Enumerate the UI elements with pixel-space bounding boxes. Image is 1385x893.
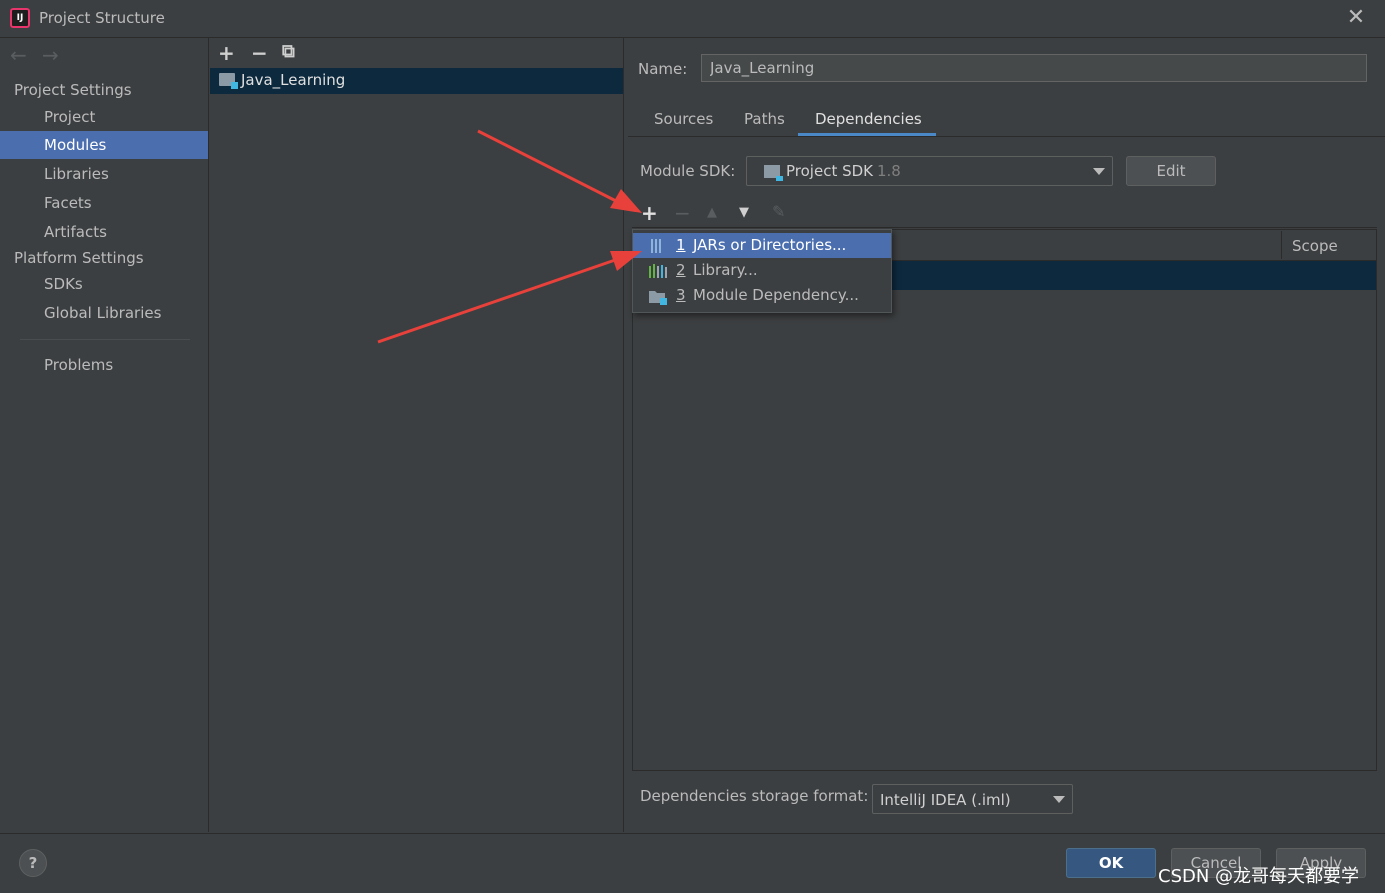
menu-item-number: 3 bbox=[676, 286, 686, 304]
sidebar-item-artifacts[interactable]: Artifacts bbox=[0, 218, 208, 246]
storage-format-label: Dependencies storage format: bbox=[640, 787, 869, 805]
menu-item-number: 1 bbox=[676, 236, 686, 254]
sidebar-item-problems[interactable]: Problems bbox=[0, 351, 208, 379]
column-separator bbox=[1281, 231, 1282, 259]
menu-item-label: Library... bbox=[693, 261, 758, 279]
menu-item-module-dependency[interactable]: 3 Module Dependency... bbox=[633, 283, 891, 308]
remove-module-button[interactable]: − bbox=[251, 41, 268, 65]
add-dependency-button[interactable]: + bbox=[641, 201, 658, 225]
tabs-divider bbox=[628, 136, 1385, 137]
jar-icon bbox=[651, 239, 661, 253]
storage-format-value: IntelliJ IDEA (.iml) bbox=[880, 791, 1011, 809]
sdk-value: Project SDK bbox=[786, 162, 873, 180]
sidebar-item-project[interactable]: Project bbox=[0, 103, 208, 131]
copy-module-button[interactable]: ⧉ bbox=[282, 41, 295, 62]
add-module-button[interactable]: + bbox=[218, 41, 235, 65]
module-list-panel bbox=[209, 38, 624, 832]
forward-arrow-icon[interactable]: → bbox=[42, 43, 59, 67]
remove-dependency-button[interactable]: − bbox=[674, 201, 691, 225]
back-arrow-icon[interactable]: ← bbox=[10, 43, 27, 67]
module-sdk-label: Module SDK: bbox=[640, 162, 736, 180]
scope-column-header[interactable]: Scope bbox=[1292, 237, 1338, 255]
project-settings-header: Project Settings bbox=[14, 81, 132, 99]
module-icon bbox=[649, 291, 667, 305]
window-title: Project Structure bbox=[39, 9, 165, 27]
move-down-icon[interactable]: ▼ bbox=[739, 205, 749, 220]
sidebar-divider bbox=[20, 339, 190, 340]
sidebar-item-global-libraries[interactable]: Global Libraries bbox=[0, 299, 208, 327]
sidebar-item-libraries[interactable]: Libraries bbox=[0, 160, 208, 188]
tab-dependencies[interactable]: Dependencies bbox=[815, 110, 922, 128]
close-icon[interactable]: ✕ bbox=[1343, 4, 1369, 32]
name-label: Name: bbox=[638, 60, 688, 78]
csdn-watermark: CSDN @龙哥每天都要学 bbox=[1158, 866, 1360, 887]
module-name-field[interactable] bbox=[701, 54, 1367, 82]
menu-item-label: Module Dependency... bbox=[693, 286, 859, 304]
menu-item-label: JARs or Directories... bbox=[693, 236, 847, 254]
edit-pencil-icon[interactable]: ✎ bbox=[772, 202, 785, 221]
sidebar-item-facets[interactable]: Facets bbox=[0, 189, 208, 217]
module-folder-icon bbox=[219, 73, 238, 89]
chevron-down-icon[interactable] bbox=[1093, 168, 1105, 175]
menu-item-number: 2 bbox=[676, 261, 686, 279]
title-bar bbox=[0, 0, 1385, 38]
tab-sources[interactable]: Sources bbox=[654, 110, 713, 128]
sdk-version: 1.8 bbox=[877, 162, 901, 180]
intellij-app-icon: IJ bbox=[10, 8, 30, 28]
sidebar-item-sdks[interactable]: SDKs bbox=[0, 270, 208, 298]
help-button[interactable]: ? bbox=[19, 849, 47, 877]
edit-sdk-button[interactable]: Edit bbox=[1126, 156, 1216, 186]
module-name[interactable]: Java_Learning bbox=[241, 71, 345, 89]
menu-item-jars-or-directories[interactable]: 1 JARs or Directories... bbox=[633, 233, 891, 258]
chevron-down-icon[interactable] bbox=[1053, 796, 1065, 803]
sdk-folder-icon bbox=[764, 165, 783, 181]
ok-button[interactable]: OK bbox=[1066, 848, 1156, 878]
sidebar-item-modules[interactable]: Modules bbox=[0, 131, 208, 159]
move-up-icon[interactable]: ▲ bbox=[707, 205, 717, 220]
tab-paths[interactable]: Paths bbox=[744, 110, 785, 128]
menu-item-library[interactable]: 2 Library... bbox=[633, 258, 891, 283]
platform-settings-header: Platform Settings bbox=[14, 249, 144, 267]
library-icon bbox=[649, 264, 667, 278]
